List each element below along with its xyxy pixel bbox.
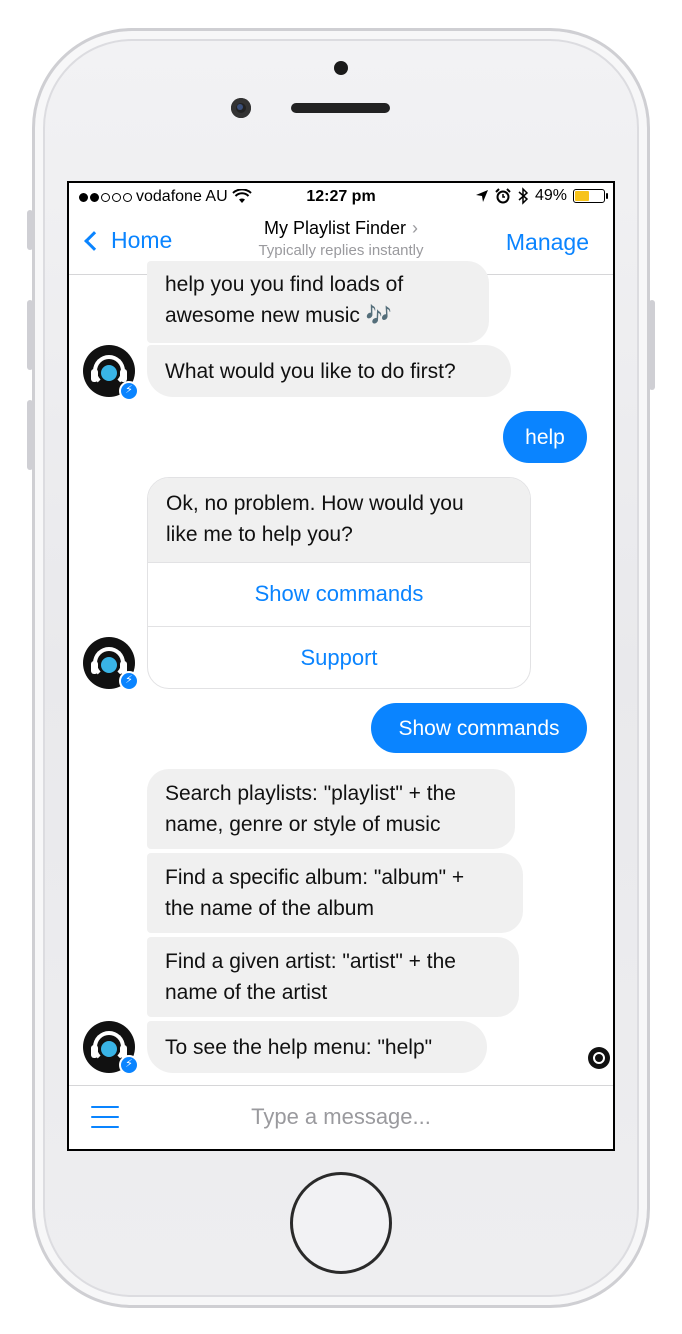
show-commands-button[interactable]: Show commands [148, 562, 530, 626]
manage-button[interactable]: Manage [506, 229, 589, 256]
location-arrow-icon [475, 190, 488, 202]
user-message: Show commands [371, 703, 587, 753]
screen: vodafone AU 12:27 pm 49% Home My Playlis… [67, 181, 615, 1151]
alarm-icon [495, 188, 511, 204]
user-message: help [503, 411, 587, 463]
bot-message: To see the help menu: "help" [147, 1021, 487, 1073]
battery-percent: 49% [534, 187, 567, 204]
volume-up-button [27, 300, 33, 370]
messenger-badge-icon: ⚡ [119, 1055, 139, 1075]
card-text: Ok, no problem. How would you like me to… [148, 478, 530, 562]
bluetooth-icon [518, 187, 529, 205]
music-notes-emoji: 🎶 [365, 304, 392, 327]
status-right: 49% [475, 187, 608, 205]
earpiece-speaker [291, 103, 390, 113]
bot-message: Find a specific album: "album" + the nam… [147, 853, 523, 933]
chevron-right-icon: › [412, 218, 419, 238]
message-input[interactable]: Type a message... [69, 1104, 613, 1130]
bot-message: Find a given artist: "artist" + the name… [147, 937, 519, 1017]
battery-icon [573, 189, 608, 203]
messenger-badge-icon: ⚡ [119, 671, 139, 691]
mute-switch [27, 210, 33, 250]
proximity-sensor [334, 61, 348, 75]
volume-down-button [27, 400, 33, 470]
help-options-card: Ok, no problem. How would you like me to… [147, 477, 531, 689]
bot-message: What would you like to do first? [147, 345, 511, 397]
home-button[interactable] [290, 1172, 392, 1274]
front-camera [231, 98, 251, 118]
seen-indicator-icon [588, 1047, 610, 1069]
bot-message: help you you find loads of awesome new m… [147, 261, 489, 343]
messenger-badge-icon: ⚡ [119, 381, 139, 401]
status-bar: vodafone AU 12:27 pm 49% [69, 183, 613, 211]
bot-message: Search playlists: "playlist" + the name,… [147, 769, 515, 849]
power-button [649, 300, 655, 390]
support-button[interactable]: Support [148, 626, 530, 688]
message-composer: Type a message... [69, 1085, 613, 1149]
